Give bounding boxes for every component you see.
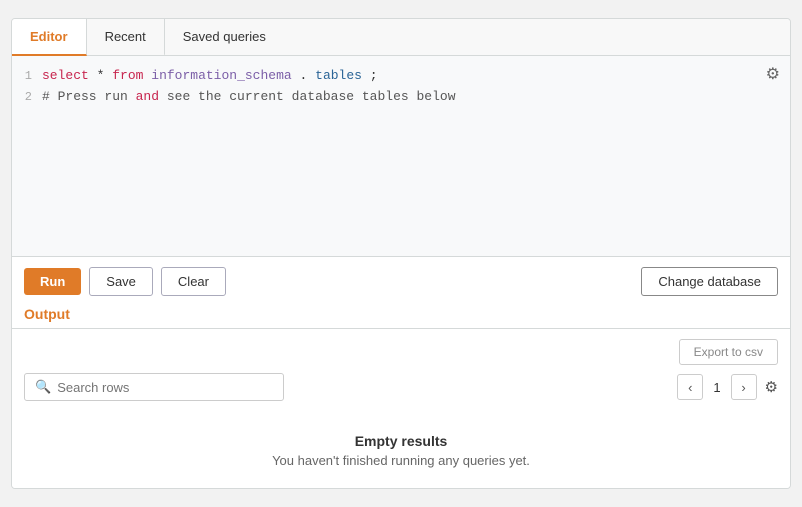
- pagination-gear-icon[interactable]: ⚙: [765, 378, 778, 396]
- code-line-2: 2 # Press run and see the current databa…: [12, 87, 790, 108]
- schema-name: information_schema: [151, 68, 291, 83]
- change-database-button[interactable]: Change database: [641, 267, 778, 296]
- editor-section: ⚙ 1 select * from information_schema . t…: [12, 56, 790, 256]
- search-input[interactable]: [57, 380, 273, 395]
- output-label: Output: [24, 306, 778, 328]
- output-controls: Export to csv: [24, 339, 778, 365]
- empty-results: Empty results You haven't finished runni…: [24, 417, 778, 476]
- search-box[interactable]: 🔍: [24, 373, 284, 401]
- output-divider: [12, 328, 790, 329]
- line-number-1: 1: [12, 66, 42, 86]
- code-content-2: # Press run and see the current database…: [42, 87, 790, 108]
- toolbar: Run Save Clear Change database: [12, 256, 790, 306]
- empty-results-subtitle: You haven't finished running any queries…: [24, 453, 778, 468]
- tab-editor[interactable]: Editor: [12, 19, 87, 56]
- tab-recent[interactable]: Recent: [87, 19, 165, 56]
- run-button[interactable]: Run: [24, 268, 81, 295]
- next-page-button[interactable]: ›: [731, 374, 757, 400]
- keyword-from: from: [112, 68, 143, 83]
- tab-saved-queries[interactable]: Saved queries: [165, 19, 284, 56]
- code-line-1: 1 select * from information_schema . tab…: [12, 66, 790, 87]
- keyword-select: select: [42, 68, 89, 83]
- pagination: ‹ 1 › ⚙: [677, 374, 778, 400]
- tabs-bar: Editor Recent Saved queries: [12, 19, 790, 56]
- export-csv-button[interactable]: Export to csv: [679, 339, 778, 365]
- code-content-1: select * from information_schema . table…: [42, 66, 790, 87]
- current-page: 1: [709, 380, 724, 395]
- editor-gear-icon[interactable]: ⚙: [766, 64, 780, 84]
- empty-results-title: Empty results: [24, 433, 778, 449]
- output-header: Output: [24, 306, 778, 328]
- table-name: tables: [315, 68, 362, 83]
- search-pagination-row: 🔍 ‹ 1 › ⚙: [24, 373, 778, 401]
- clear-button[interactable]: Clear: [161, 267, 226, 296]
- keyword-and: and: [136, 89, 159, 104]
- output-section: Output Export to csv 🔍 ‹ 1 › ⚙ Empty res…: [12, 306, 790, 488]
- search-icon: 🔍: [35, 379, 51, 395]
- line-number-2: 2: [12, 87, 42, 107]
- save-button[interactable]: Save: [89, 267, 153, 296]
- code-editor[interactable]: 1 select * from information_schema . tab…: [12, 56, 790, 256]
- prev-page-button[interactable]: ‹: [677, 374, 703, 400]
